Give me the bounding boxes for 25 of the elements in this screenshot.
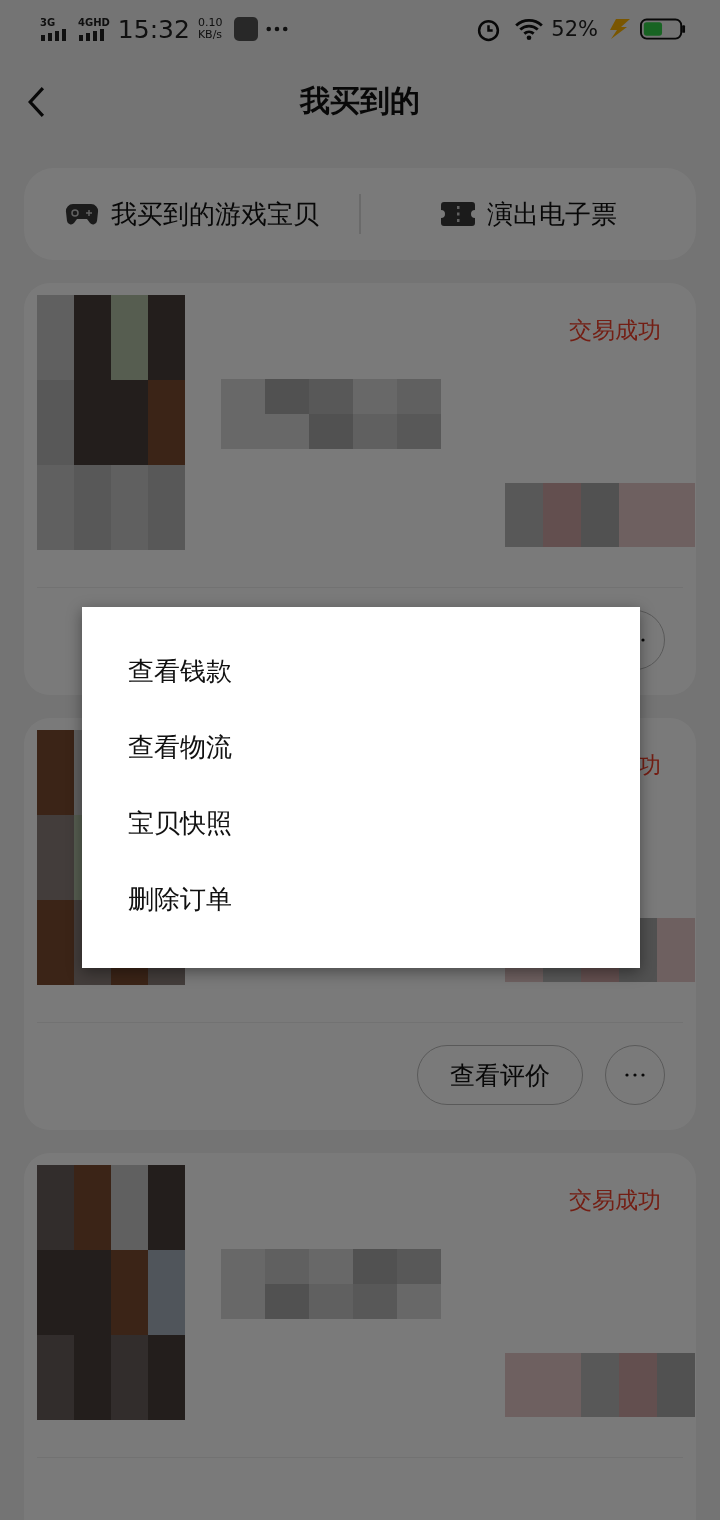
shortcut-link[interactable]: 演出电子票	[361, 184, 696, 244]
back-icon[interactable]	[28, 86, 45, 118]
network-speed: 0.10	[197, 17, 223, 29]
review-button[interactable]: 查看评价	[417, 1045, 583, 1105]
ticket-icon	[440, 201, 475, 227]
network-label: 3G	[40, 17, 57, 28]
shortcut-link[interactable]: 我买到的游戏宝贝	[24, 184, 359, 244]
page-title: 我买到的	[300, 82, 420, 120]
menu-item[interactable]: 查看物流	[82, 709, 640, 785]
more-icon	[625, 1073, 645, 1077]
order-status: 交易成功	[568, 1185, 662, 1215]
menu-item[interactable]: 删除订单	[82, 861, 640, 937]
order-status: 功	[637, 750, 662, 780]
more-notifications-icon	[266, 26, 289, 32]
wifi-icon	[515, 17, 544, 41]
order-status: 交易成功	[568, 315, 662, 345]
battery-percent: 52%	[551, 17, 598, 41]
menu-item[interactable]: 宝贝快照	[82, 785, 640, 861]
battery-icon	[640, 18, 686, 40]
clock-time: 15:32	[117, 14, 190, 44]
app-icon	[234, 17, 259, 41]
speed-unit: KB/s	[197, 29, 223, 41]
gamepad-icon	[64, 201, 99, 227]
network-label: 4GHD	[78, 17, 110, 28]
menu-item[interactable]: 查看钱款	[82, 633, 640, 709]
